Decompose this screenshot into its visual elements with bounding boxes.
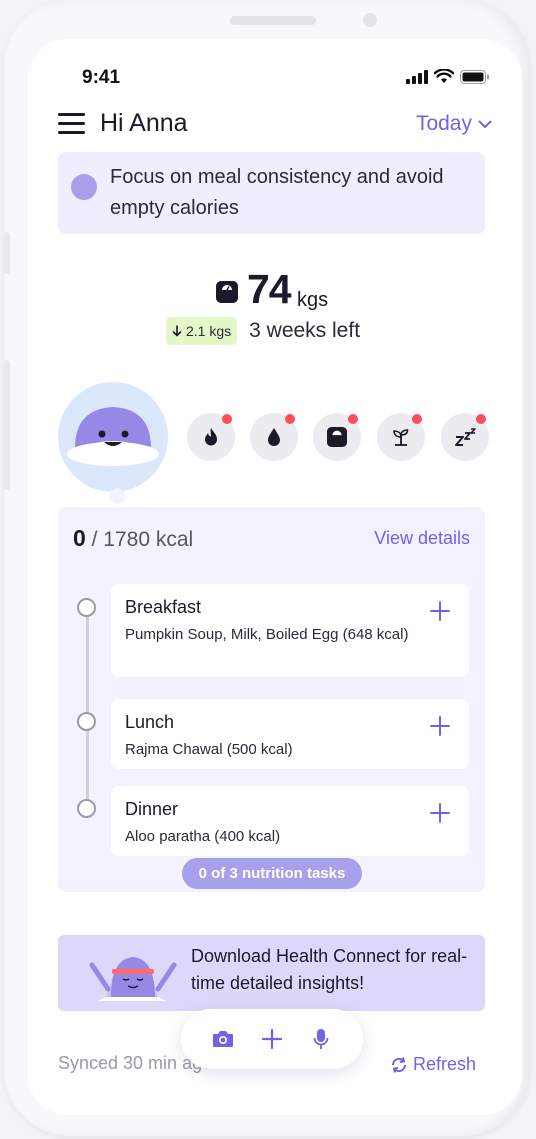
meal-description: Rajma Chawal (500 kcal): [125, 741, 293, 758]
time-left-text: 3 weeks left: [249, 319, 361, 342]
status-icons: [406, 69, 490, 84]
refresh-button[interactable]: Refresh: [390, 1054, 476, 1075]
metric-weight-button[interactable]: [313, 413, 361, 461]
alert-dot: [476, 414, 486, 424]
sleep-icon: [455, 428, 476, 446]
alert-dot: [222, 414, 232, 424]
add-meal-plus-icon[interactable]: [429, 802, 451, 824]
weight-unit: kgs: [297, 289, 329, 311]
timeline-line: [86, 607, 89, 807]
alert-dot: [285, 414, 295, 424]
timeline-dot: [77, 598, 96, 617]
tip-text: Focus on meal consistency and avoid empt…: [110, 166, 444, 219]
mascot-icon: [67, 407, 159, 466]
phone-frame: 9:41 Hi Anna Today Focus on meal consist…: [4, 0, 530, 1136]
status-bar: 9:41: [28, 67, 522, 91]
quick-action-bar: [181, 1009, 363, 1069]
phone-camera: [363, 13, 377, 27]
meal-card-dinner[interactable]: Dinner Aloo paratha (400 kcal): [111, 786, 469, 856]
sprout-icon: [393, 429, 409, 446]
microphone-icon: [313, 1029, 329, 1049]
metric-calories-button[interactable]: [187, 413, 235, 461]
weight-change-badge: 2.1 kgs: [166, 317, 238, 345]
weight-change-value: 2.1 kgs: [186, 323, 232, 339]
refresh-icon: [391, 1056, 406, 1073]
water-drop-icon: [268, 428, 280, 446]
tip-dot-icon: [71, 174, 97, 200]
weight-value: 74: [247, 266, 292, 312]
view-details-link[interactable]: View details: [374, 528, 470, 549]
weight-summary: 74 kgs: [28, 264, 522, 314]
wifi-icon: [434, 69, 454, 83]
weight-progress-row: 2.1 kgs 3 weeks left: [166, 315, 360, 347]
calories-consumed: 0: [73, 525, 86, 551]
camera-icon: [213, 1031, 234, 1047]
meals-card: 0 / 1780 kcal View details Breakfast Pum…: [58, 507, 485, 892]
meal-card-breakfast[interactable]: Breakfast Pumpkin Soup, Milk, Boiled Egg…: [111, 584, 469, 677]
alert-dot: [412, 414, 422, 424]
mascot-laptop-icon: [89, 957, 177, 1001]
meal-description: Pumpkin Soup, Milk, Boiled Egg (648 kcal…: [125, 626, 409, 643]
nutrition-tasks-badge[interactable]: 0 of 3 nutrition tasks: [182, 858, 362, 889]
metric-water-button[interactable]: [250, 413, 298, 461]
date-filter-dropdown[interactable]: Today: [416, 112, 492, 136]
tip-card: Focus on meal consistency and avoid empt…: [58, 152, 485, 234]
weighing-scale-icon: [216, 281, 238, 303]
health-connect-banner[interactable]: Download Health Connect for real-time de…: [58, 935, 485, 1011]
timeline-dot: [77, 799, 96, 818]
chevron-down-icon: [478, 120, 492, 128]
avatar[interactable]: [58, 382, 168, 492]
metric-sleep-button[interactable]: [441, 413, 489, 461]
greeting-title: Hi Anna: [100, 109, 188, 137]
app-screen: 9:41 Hi Anna Today Focus on meal consist…: [28, 39, 522, 1115]
plus-icon: [261, 1028, 283, 1050]
add-meal-plus-icon[interactable]: [429, 715, 451, 737]
meal-title: Dinner: [125, 799, 179, 819]
voice-button[interactable]: [305, 1023, 337, 1055]
header: Hi Anna Today: [58, 107, 492, 143]
date-filter-label: Today: [415, 112, 472, 135]
arrow-down-icon: [172, 325, 182, 337]
calories-goal: / 1780 kcal: [91, 528, 194, 551]
hamburger-menu-icon[interactable]: [58, 111, 86, 135]
camera-button[interactable]: [207, 1023, 239, 1055]
add-meal-plus-icon[interactable]: [429, 600, 451, 622]
refresh-label: Refresh: [412, 1054, 476, 1074]
alert-dot: [348, 414, 358, 424]
side-button: [4, 360, 10, 490]
meal-description: Aloo paratha (400 kcal): [125, 828, 281, 845]
add-button[interactable]: [256, 1023, 288, 1055]
banner-text: Download Health Connect for real-time de…: [191, 946, 468, 993]
metric-nutrition-button[interactable]: [377, 413, 425, 461]
status-time: 9:41: [82, 67, 121, 88]
weighing-scale-icon: [327, 427, 347, 447]
volume-button: [4, 232, 10, 274]
meal-title: Lunch: [125, 712, 175, 732]
flame-icon: [205, 428, 217, 446]
phone-speaker: [230, 16, 316, 25]
meal-title: Breakfast: [125, 597, 202, 617]
timeline-dot: [77, 712, 96, 731]
avatar-tail: [109, 488, 125, 504]
calorie-summary: 0 / 1780 kcal: [73, 525, 193, 552]
signal-icon: [406, 69, 428, 84]
meal-card-lunch[interactable]: Lunch Rajma Chawal (500 kcal): [111, 699, 469, 769]
battery-icon: [460, 69, 489, 84]
